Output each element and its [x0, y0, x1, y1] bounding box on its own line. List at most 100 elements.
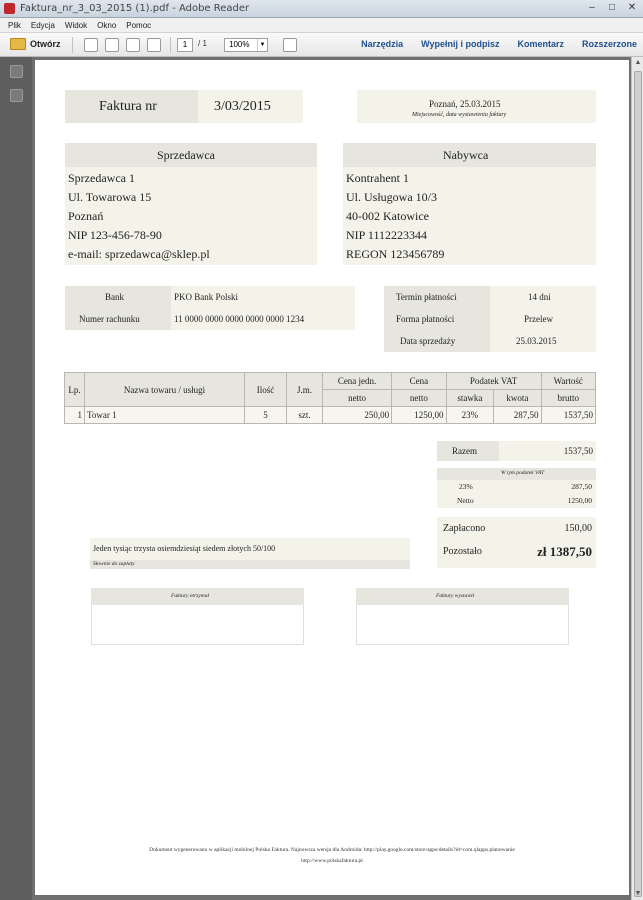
- minimize-button[interactable]: –: [585, 2, 599, 14]
- col-vat-amount: kwota: [493, 389, 542, 407]
- vertical-scrollbar[interactable]: ▲ ▼: [631, 57, 643, 900]
- page-number-input[interactable]: 1: [177, 38, 193, 52]
- signature-issued-header: Faktury wystawił: [356, 588, 569, 605]
- attachment-icon[interactable]: [10, 89, 23, 102]
- invoice-number: 3/03/2015: [214, 99, 271, 114]
- menu-view[interactable]: Widok: [65, 18, 87, 32]
- footer-link: http://www.polskafaktura.pl: [301, 858, 363, 864]
- seller-nip: NIP 123-456-78-90: [68, 228, 162, 242]
- row-unit: szt.: [286, 406, 323, 424]
- col-net-top: Cena: [391, 372, 447, 390]
- window-titlebar: Faktura_nr_3_03_2015 (1).pdf - Adobe Rea…: [0, 0, 643, 18]
- menu-file[interactable]: Plik: [8, 18, 21, 32]
- open-button[interactable]: Otwórz: [10, 38, 61, 50]
- bank-label-cell: Bank: [65, 286, 171, 308]
- sale-date-value: 25.03.2015: [490, 330, 596, 352]
- account-value-cell: 11 0000 0000 0000 0000 0000 1234: [171, 308, 355, 330]
- signature-received-header: Faktury otrzymał: [91, 588, 304, 605]
- vat-breakdown-header: W tym podatek VAT: [437, 468, 596, 480]
- sum-label-cell: Razem: [437, 441, 499, 461]
- tools-pen-icon[interactable]: [283, 38, 297, 52]
- create-pdf-icon[interactable]: [84, 38, 98, 52]
- zoom-value: 100%: [229, 40, 250, 49]
- chevron-down-icon: ▼: [257, 39, 267, 51]
- amount-words-caption-cell: Słownie do zapłaty: [90, 560, 410, 569]
- row-lp: 1: [64, 406, 85, 424]
- sum-value-cell: 1537,50: [499, 441, 596, 461]
- net-row: Netto 1250,00: [437, 494, 596, 508]
- page-total: / 1: [198, 39, 207, 48]
- edit-icon[interactable]: [126, 38, 140, 52]
- comment-link[interactable]: Komentarz: [517, 39, 564, 49]
- col-gross-bottom: brutto: [540, 389, 596, 407]
- maximize-button[interactable]: □: [605, 2, 619, 14]
- scroll-down-icon[interactable]: ▼: [632, 888, 643, 900]
- seller-header: Sprzedawca: [65, 143, 317, 167]
- col-vat-rate: stawka: [445, 389, 495, 407]
- folder-icon: [10, 38, 26, 50]
- row-gross: 1537,50: [540, 406, 596, 424]
- row-vat-amount: 287,50: [493, 406, 542, 424]
- place-date-caption: Miejscowość, data wystawienia faktury: [412, 112, 507, 118]
- footer-note: Dokument wygenerowano w aplikacji mobiln…: [149, 847, 515, 853]
- table-row: 1 Towar 1 5 szt. 250,00 1250,00 23% 287,…: [64, 406, 596, 424]
- scroll-up-icon[interactable]: ▲: [632, 57, 643, 69]
- menu-edit[interactable]: Edycja: [31, 18, 55, 32]
- open-label: Otwórz: [30, 39, 61, 49]
- extended-link[interactable]: Rozszerzone: [582, 39, 637, 49]
- col-unit: J.m.: [286, 372, 323, 407]
- col-price-top: Cena jedn.: [321, 372, 393, 390]
- buyer-regon: REGON 123456789: [346, 247, 445, 261]
- menu-window[interactable]: Okno: [97, 18, 116, 32]
- remaining-value: zł 1387,50: [537, 544, 592, 559]
- document-page: Faktura nr 3/03/2015 Poznań, 25.03.2015 …: [35, 60, 629, 895]
- payment-summary: Zapłacono 150,00 Pozostało zł 1387,50: [437, 517, 596, 568]
- row-qty: 5: [244, 406, 287, 424]
- cloud-icon[interactable]: [147, 38, 161, 52]
- invoice-title: Faktura nr: [99, 99, 157, 114]
- items-table: Lp. Nazwa towaru / usługi Ilość J.m. Cen…: [64, 372, 596, 424]
- print-icon[interactable]: [105, 38, 119, 52]
- place-date-cell: Poznań, 25.03.2015 Miejscowość, data wys…: [357, 90, 596, 123]
- payment-term-label: Termin płatności: [384, 286, 490, 308]
- invoice-number-cell: 3/03/2015: [198, 90, 303, 123]
- row-name: Towar 1: [84, 406, 245, 424]
- bank-value-cell: PKO Bank Polski: [171, 286, 355, 308]
- signature-received-box: [91, 605, 304, 645]
- seller-email: e-mail: sprzedawca@sklep.pl: [68, 247, 210, 261]
- col-qty: Ilość: [244, 372, 287, 407]
- place-date: Poznań, 25.03.2015: [429, 99, 501, 109]
- buyer-details: Kontrahent 1 Ul. Usługowa 10/3 40-002 Ka…: [343, 167, 596, 265]
- buyer-name: Kontrahent 1: [346, 171, 409, 185]
- menu-help[interactable]: Pomoc: [126, 18, 151, 32]
- page-thumbnails-icon[interactable]: [10, 65, 23, 78]
- toolbar: Otwórz 1 / 1 100% ▼ Narzędzia Wypełnij i…: [0, 33, 643, 57]
- col-net-bottom: netto: [391, 389, 447, 407]
- zoom-select[interactable]: 100% ▼: [224, 38, 268, 52]
- col-gross-top: Wartość: [540, 372, 596, 390]
- payment-term-value: 14 dni: [490, 286, 596, 308]
- paid-value: 150,00: [564, 523, 593, 534]
- seller-city: Poznań: [68, 209, 104, 223]
- tools-link[interactable]: Narzędzia: [361, 39, 403, 49]
- amount-words-cell: Jeden tysiąc trzysta osiemdziesiąt siede…: [90, 538, 410, 560]
- scrollbar-thumb[interactable]: [634, 71, 642, 897]
- row-net: 1250,00: [391, 406, 447, 424]
- remaining-label: Pozostało: [443, 546, 482, 557]
- invoice-title-cell: Faktura nr: [65, 90, 198, 123]
- seller-details: Sprzedawca 1 Ul. Towarowa 15 Poznań NIP …: [65, 167, 317, 265]
- col-vat: Podatek VAT: [445, 372, 542, 390]
- seller-street: Ul. Towarowa 15: [68, 190, 152, 204]
- signature-issued-box: [356, 605, 569, 645]
- adobe-reader-icon: [4, 3, 15, 14]
- col-lp: Lp.: [64, 372, 85, 407]
- window-title: Faktura_nr_3_03_2015 (1).pdf - Adobe Rea…: [20, 3, 250, 14]
- seller-name: Sprzedawca 1: [68, 171, 135, 185]
- navigation-panel: [0, 57, 32, 900]
- buyer-header: Nabywca: [343, 143, 596, 167]
- menu-bar: Plik Edycja Widok Okno Pomoc: [0, 18, 643, 33]
- close-button[interactable]: ✕: [625, 2, 639, 14]
- buyer-nip: NIP 1112223344: [346, 228, 427, 242]
- account-label-cell: Numer rachunku: [65, 308, 171, 330]
- fill-sign-link[interactable]: Wypełnij i podpisz: [421, 39, 499, 49]
